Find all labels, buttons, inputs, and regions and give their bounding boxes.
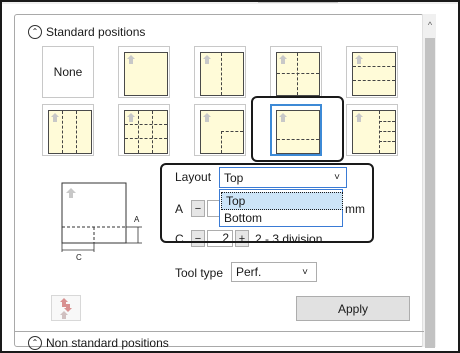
- window-frame: [0, 0, 460, 353]
